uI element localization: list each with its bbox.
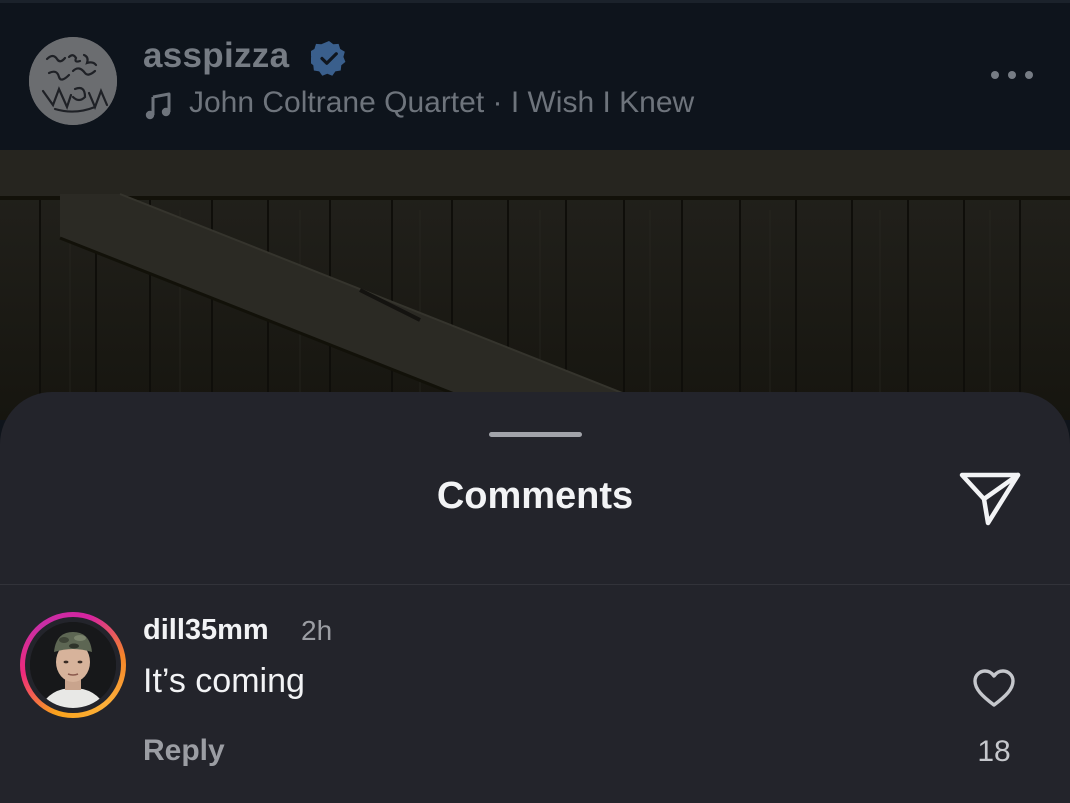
wood-wall-photo [0,150,1070,422]
audio-track-label[interactable]: John Coltrane Quartet · I Wish I Knew [189,86,694,120]
status-bar-divider [0,0,1070,3]
comments-sheet: Comments dill35mm 2h It’s coming Reply 1… [0,392,1070,803]
post-username[interactable]: asspizza [143,36,289,76]
music-note-icon [145,92,171,120]
send-icon[interactable] [958,469,1022,527]
comment-username[interactable]: dill35mm [143,614,269,647]
verified-badge-icon [311,41,346,76]
comment-timestamp: 2h [301,615,333,646]
scribble-logo-icon [29,37,117,125]
sheet-divider [0,584,1070,585]
post-image[interactable] [0,150,1070,422]
post-header: asspizza John Coltrane Quartet · I Wish … [0,0,1070,150]
avatar-photo [30,622,116,708]
story-ring-gap [25,617,121,713]
comments-title: Comments [436,475,634,517]
more-options-icon[interactable] [988,68,1036,82]
post-author-avatar[interactable] [29,37,117,125]
comment-author-avatar [30,622,116,708]
reply-button[interactable]: Reply [143,734,225,768]
comment-like-count: 18 [977,735,1011,768]
heart-outline-icon[interactable] [972,668,1016,708]
comment-text: It’s coming [143,662,305,700]
comment-avatar-story-ring[interactable] [20,612,126,718]
instagram-post-screen: asspizza John Coltrane Quartet · I Wish … [0,0,1070,803]
sheet-drag-handle[interactable] [489,432,582,437]
